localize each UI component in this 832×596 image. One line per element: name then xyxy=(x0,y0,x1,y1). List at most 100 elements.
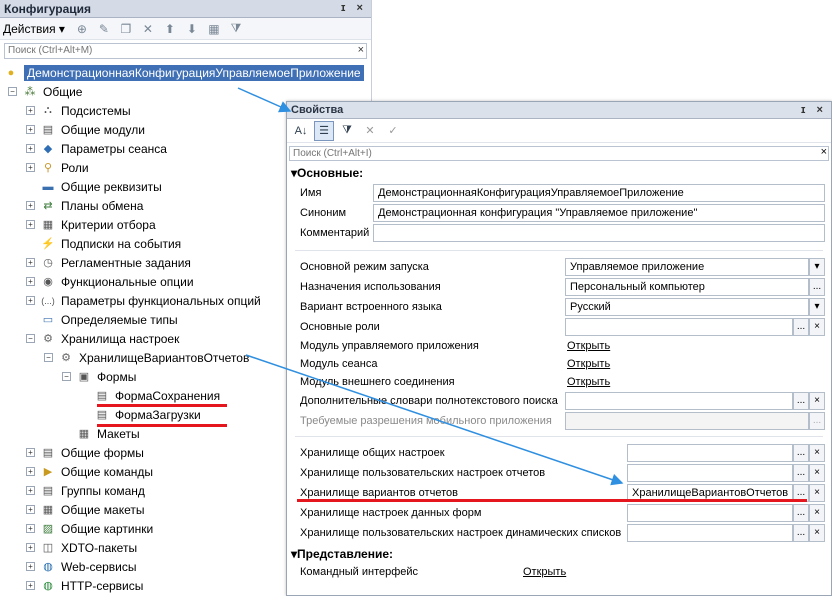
actions-menu-button[interactable]: Действия ▾ xyxy=(3,22,65,36)
expand-icon[interactable]: + xyxy=(26,562,35,571)
add-icon[interactable]: ⊕ xyxy=(73,20,91,38)
sort-icon[interactable]: ▦ xyxy=(205,20,223,38)
tree-item[interactable]: + ▤ Группы команд xyxy=(26,481,145,500)
expand-icon[interactable]: + xyxy=(26,505,35,514)
move-up-icon[interactable]: ⬆ xyxy=(161,20,179,38)
expand-icon[interactable]: + xyxy=(26,277,35,286)
expand-icon[interactable]: + xyxy=(26,144,35,153)
clear-button[interactable]: × xyxy=(809,504,825,522)
prop-launch-mode-select[interactable]: Управляемое приложение xyxy=(565,258,809,276)
prop-name-field[interactable]: ДемонстрационнаяКонфигурацияУправляемоеП… xyxy=(373,184,825,202)
cancel-icon[interactable]: ✕ xyxy=(360,121,380,141)
tree-item[interactable]: ▭ Определяемые типы xyxy=(26,310,178,329)
expand-icon[interactable]: + xyxy=(26,296,35,305)
tree-item[interactable]: + ▤ Общие формы xyxy=(26,443,144,462)
clear-button[interactable]: × xyxy=(809,524,825,542)
prop-user-report-settings-field[interactable] xyxy=(627,464,793,482)
properties-search-clear-icon[interactable]: × xyxy=(821,146,827,158)
select-button[interactable]: ... xyxy=(793,464,809,482)
sort-alphabetical-icon[interactable]: A↓ xyxy=(291,121,311,141)
tree-search-input[interactable] xyxy=(4,42,367,59)
apply-icon[interactable]: ✓ xyxy=(383,121,403,141)
tree-item[interactable]: + ◫ XDTO-пакеты xyxy=(26,538,137,557)
select-button[interactable]: ... xyxy=(809,278,825,296)
clear-button[interactable]: × xyxy=(809,484,825,502)
expand-icon[interactable]: + xyxy=(26,486,35,495)
filter-icon[interactable]: ⧩ xyxy=(227,20,245,38)
tree-item[interactable]: + (...) Параметры функциональных опций xyxy=(26,291,261,310)
panel-window-buttons[interactable]: ɪ × xyxy=(341,2,367,14)
tree-item[interactable]: + ▦ Критерии отбора xyxy=(26,215,156,234)
dropdown-arrow-icon[interactable]: ▾ xyxy=(809,298,825,316)
select-button[interactable]: ... xyxy=(793,444,809,462)
expand-icon[interactable]: + xyxy=(26,201,35,210)
prop-form-data-settings-field[interactable] xyxy=(627,504,793,522)
tree-item[interactable]: + ⇄ Планы обмена xyxy=(26,196,143,215)
tree-item[interactable]: − ⚙ ХранилищеВариантовОтчетов xyxy=(44,348,249,367)
search-clear-icon[interactable]: × xyxy=(358,44,364,56)
tree-item[interactable]: + ▶ Общие команды xyxy=(26,462,153,481)
tree-item[interactable]: + ◍ HTTP-сервисы xyxy=(26,576,143,595)
categorized-view-icon[interactable]: ☰ xyxy=(314,120,334,141)
edit-icon[interactable]: ✎ xyxy=(95,20,113,38)
tree-item[interactable]: − ⚙ Хранилища настроек xyxy=(26,329,179,348)
expand-icon[interactable]: + xyxy=(26,448,35,457)
group-main-header[interactable]: ▾Основные: xyxy=(291,166,363,180)
prop-main-roles-field[interactable] xyxy=(565,318,793,336)
select-button[interactable]: ... xyxy=(793,392,809,410)
expand-icon[interactable]: + xyxy=(26,125,35,134)
properties-window-buttons[interactable]: ɪ × xyxy=(801,104,827,116)
open-session-module-link[interactable]: Открыть xyxy=(567,358,610,370)
expand-icon[interactable]: + xyxy=(26,258,35,267)
collapse-icon[interactable]: − xyxy=(62,372,71,381)
tree-item[interactable]: + ▤ Общие модули xyxy=(26,120,145,139)
clear-button[interactable]: × xyxy=(809,318,825,336)
expand-icon[interactable]: + xyxy=(26,163,35,172)
tree-item[interactable]: + ◷ Регламентные задания xyxy=(26,253,191,272)
clear-button[interactable]: × xyxy=(809,464,825,482)
select-button[interactable]: ... xyxy=(793,524,809,542)
tree-item[interactable]: + ▦ Общие макеты xyxy=(26,500,145,519)
copy-icon[interactable]: ❐ xyxy=(117,20,135,38)
properties-search-input[interactable] xyxy=(289,146,829,161)
tree-item[interactable]: + ⛬ Подсистемы xyxy=(26,101,131,120)
select-button[interactable]: ... xyxy=(793,318,809,336)
tree-item[interactable]: ▬ Общие реквизиты xyxy=(26,177,162,196)
expand-icon[interactable]: + xyxy=(26,543,35,552)
tree-item[interactable]: − ▣ Формы xyxy=(62,367,136,386)
tree-item[interactable]: ▤ ФормаЗагрузки xyxy=(80,405,201,424)
collapse-icon[interactable]: − xyxy=(44,353,53,362)
prop-fts-dicts-field[interactable] xyxy=(565,392,793,410)
expand-icon[interactable]: + xyxy=(26,106,35,115)
collapse-icon[interactable]: − xyxy=(8,87,17,96)
open-command-interface-link[interactable]: Открыть xyxy=(523,566,566,578)
tree-item[interactable]: − ⁂ Общие xyxy=(8,82,82,101)
open-ext-conn-module-link[interactable]: Открыть xyxy=(567,376,610,388)
tree-item[interactable]: + ▨ Общие картинки xyxy=(26,519,153,538)
open-managed-app-module-link[interactable]: Открыть xyxy=(567,340,610,352)
group-view-header[interactable]: ▾Представление: xyxy=(291,547,393,561)
clear-button[interactable]: × xyxy=(809,392,825,410)
prop-synonym-field[interactable]: Демонстрационная конфигурация "Управляем… xyxy=(373,204,825,222)
tree-item[interactable]: + ⚲ Роли xyxy=(26,158,89,177)
filter-icon[interactable]: ⧩ xyxy=(337,121,357,141)
tree-item[interactable]: ⚡ Подписки на события xyxy=(26,234,181,253)
prop-user-dyn-list-field[interactable] xyxy=(627,524,793,542)
delete-icon[interactable]: ✕ xyxy=(139,20,157,38)
tree-item[interactable]: + ◆ Параметры сеанса xyxy=(26,139,167,158)
move-down-icon[interactable]: ⬇ xyxy=(183,20,201,38)
prop-script-variant-select[interactable]: Русский xyxy=(565,298,809,316)
tree-root-item[interactable]: ● ДемонстрационнаяКонфигурацияУправляемое… xyxy=(4,63,364,82)
expand-icon[interactable]: + xyxy=(26,220,35,229)
clear-button[interactable]: × xyxy=(809,444,825,462)
tree-item[interactable]: ▤ ФормаСохранения xyxy=(80,386,220,405)
expand-icon[interactable]: + xyxy=(26,467,35,476)
dropdown-arrow-icon[interactable]: ▾ xyxy=(809,258,825,276)
tree-item[interactable]: + ◍ Web-сервисы xyxy=(26,557,137,576)
expand-icon[interactable]: + xyxy=(26,581,35,590)
select-button[interactable]: ... xyxy=(793,504,809,522)
prop-common-settings-field[interactable] xyxy=(627,444,793,462)
expand-icon[interactable]: + xyxy=(26,524,35,533)
prop-purpose-field[interactable]: Персональный компьютер xyxy=(565,278,809,296)
tree-item[interactable]: + ◉ Функциональные опции xyxy=(26,272,194,291)
